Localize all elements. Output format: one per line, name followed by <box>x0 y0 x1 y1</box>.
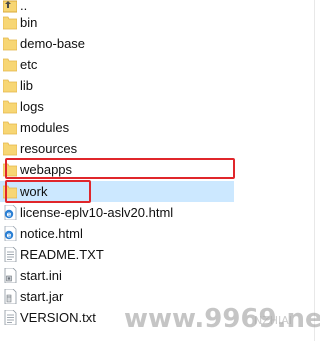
ini-file-icon <box>3 267 17 284</box>
list-item-etc[interactable]: etc <box>0 54 319 75</box>
list-item-label: bin <box>20 15 38 30</box>
text-file-icon <box>3 309 17 326</box>
file-explorer: .. bin demo-base etc lib logs modules re… <box>0 0 320 341</box>
folder-icon <box>2 120 18 135</box>
folder-icon <box>2 78 18 93</box>
list-item-label: start.ini <box>20 268 62 283</box>
list-item-label: start.jar <box>20 289 64 304</box>
list-item-lib[interactable]: lib <box>0 75 319 96</box>
list-item-notice[interactable]: e notice.html <box>0 223 319 244</box>
list-item-label: lib <box>20 78 34 93</box>
list-item-label: license-eplv10-aslv20.html <box>20 205 174 220</box>
text-file-icon <box>3 246 17 263</box>
html-file-icon: e <box>3 204 17 221</box>
svg-text:e: e <box>7 211 12 219</box>
highlight-box-webapps <box>5 158 235 179</box>
list-item-demo-base[interactable]: demo-base <box>0 33 319 54</box>
html-file-icon: e <box>3 225 17 242</box>
folder-icon <box>2 15 18 30</box>
svg-text:e: e <box>7 232 12 240</box>
list-item-label: logs <box>20 99 44 114</box>
jar-file-icon <box>3 288 17 305</box>
list-item-readme[interactable]: README.TXT <box>0 244 319 265</box>
list-item-label: README.TXT <box>20 247 104 262</box>
folder-icon <box>2 57 18 72</box>
list-item-start-ini[interactable]: start.ini <box>0 265 319 286</box>
list-item-label: VERSION.txt <box>20 310 96 325</box>
highlight-box-work <box>5 180 91 203</box>
list-item-label: resources <box>20 141 78 156</box>
list-item-license[interactable]: e license-eplv10-aslv20.html <box>0 202 319 223</box>
watermark-small: NZHIAI <box>254 314 293 327</box>
list-item-logs[interactable]: logs <box>0 96 319 117</box>
list-item-modules[interactable]: modules <box>0 117 319 138</box>
panel-divider <box>314 0 315 341</box>
list-item-label: notice.html <box>20 226 83 241</box>
list-item-label: modules <box>20 120 70 135</box>
list-item-resources[interactable]: resources <box>0 138 319 159</box>
folder-icon <box>2 99 18 114</box>
list-item-label: demo-base <box>20 36 86 51</box>
folder-icon <box>2 36 18 51</box>
folder-icon <box>2 141 18 156</box>
list-item-bin[interactable]: bin <box>0 12 319 33</box>
list-item-label: etc <box>20 57 38 72</box>
